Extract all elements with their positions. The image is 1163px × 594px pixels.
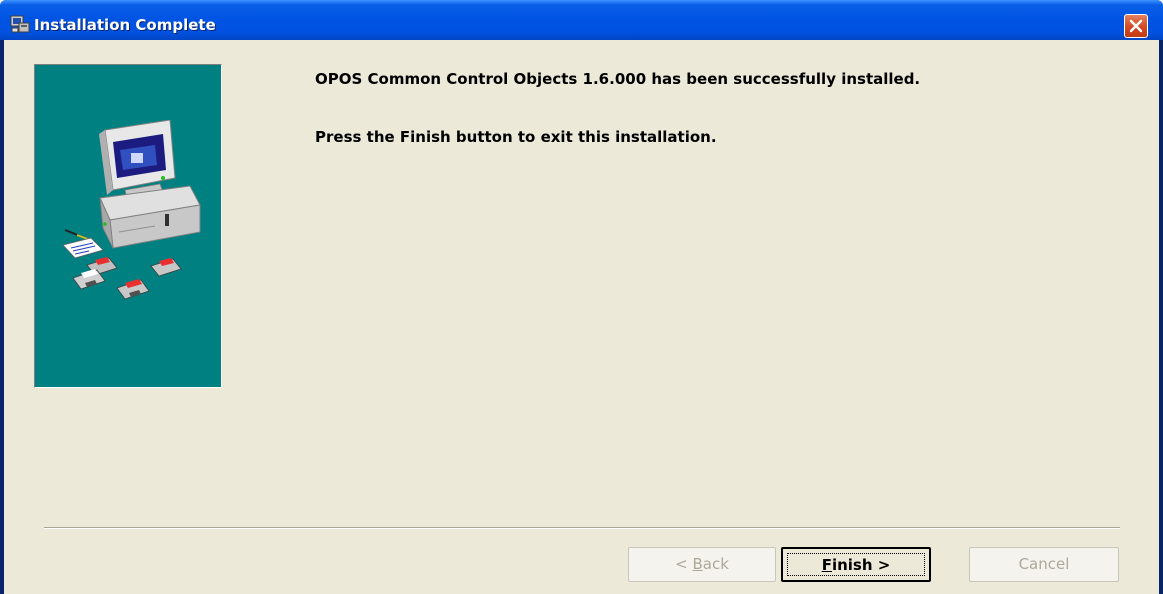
back-button[interactable]: < Back	[628, 547, 776, 582]
back-button-label-rest: ack	[702, 555, 729, 573]
setup-computer-icon	[10, 14, 30, 34]
install-success-message: OPOS Common Control Objects 1.6.000 has …	[315, 70, 921, 88]
installer-window: Installation Complete OPOS Common Contro…	[0, 0, 1163, 594]
finish-button-focus-ring: Finish >	[787, 553, 925, 576]
back-button-prefix: <	[675, 555, 693, 573]
button-separator	[44, 527, 1120, 529]
finish-instruction-message: Press the Finish button to exit this ins…	[315, 128, 717, 146]
cancel-button[interactable]: Cancel	[969, 547, 1119, 582]
title-bar[interactable]: Installation Complete	[0, 0, 1163, 40]
side-panel-image	[34, 64, 222, 388]
finish-button-label-rest: inish >	[831, 556, 891, 574]
close-button[interactable]	[1124, 14, 1148, 38]
close-icon	[1129, 19, 1143, 33]
dialog-body: OPOS Common Control Objects 1.6.000 has …	[4, 40, 1159, 594]
back-button-accelerator: B	[692, 555, 703, 573]
finish-button-accelerator: F	[821, 556, 832, 574]
window-title: Installation Complete	[34, 16, 216, 34]
finish-button[interactable]: Finish >	[781, 547, 931, 582]
computer-with-floppy-disks-illustration	[62, 120, 201, 300]
